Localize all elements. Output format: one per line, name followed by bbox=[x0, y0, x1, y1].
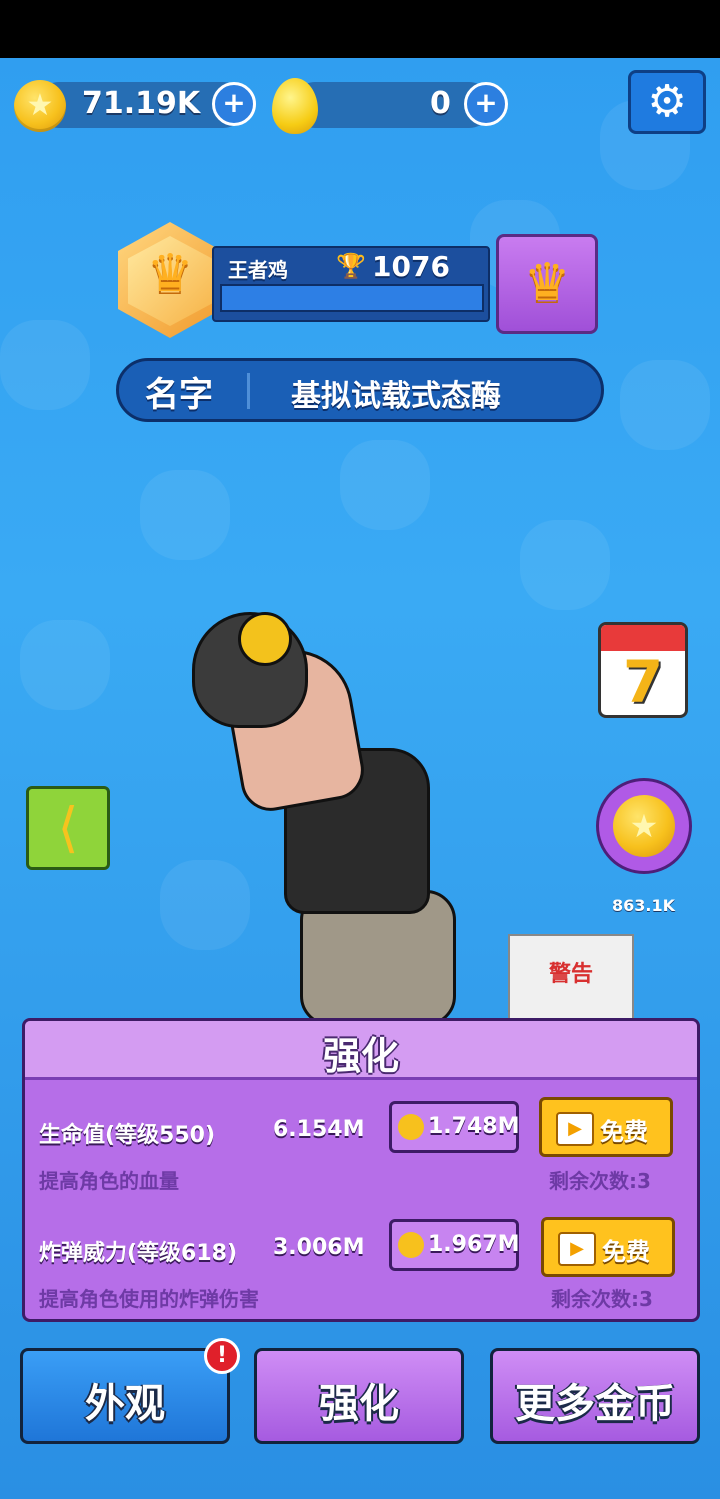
tab-upgrade-label: 强化 bbox=[319, 1381, 399, 1427]
calendar-day: 7 bbox=[622, 648, 664, 716]
gold-amount: 71.19K bbox=[82, 86, 201, 121]
tab-appearance-label: 外观 bbox=[85, 1381, 165, 1427]
tab-more-coins-label: 更多金币 bbox=[515, 1381, 675, 1427]
gear-icon: ⚙ bbox=[647, 76, 687, 127]
health-upgrade-desc: 提高角色的血量 bbox=[39, 1169, 179, 1193]
panel-title: 强化 bbox=[322, 1034, 399, 1078]
background-pattern-icon bbox=[160, 860, 250, 950]
gold-coin-icon bbox=[398, 1114, 424, 1140]
bomb-upgrade-cost: 1.967M bbox=[428, 1232, 520, 1257]
share-icon: ⟨ bbox=[57, 796, 79, 859]
health-upgrade-value: 6.154M bbox=[273, 1117, 365, 1142]
bomb-upgrade-cost-button[interactable]: 1.967M bbox=[389, 1219, 519, 1271]
add-egg-button[interactable]: + bbox=[464, 82, 508, 126]
name-divider bbox=[247, 373, 250, 409]
free-label: 免费 bbox=[600, 1118, 648, 1146]
character-beak bbox=[238, 612, 292, 666]
player-name: 基拟试载式态酶 bbox=[291, 379, 501, 414]
bomb-upgrade-value: 3.006M bbox=[273, 1235, 365, 1260]
tab-appearance[interactable]: 外观 bbox=[20, 1348, 230, 1444]
background-pattern-icon bbox=[520, 520, 610, 610]
health-upgrade-cost-button[interactable]: 1.748M bbox=[389, 1101, 519, 1153]
bomb-remaining-count: 剩余次数:3 bbox=[551, 1287, 653, 1311]
warning-paper-stack: 警告 bbox=[508, 934, 634, 1028]
background-pattern-icon bbox=[0, 320, 90, 410]
video-play-icon: ▶ bbox=[556, 1112, 594, 1146]
free-label: 免费 bbox=[602, 1238, 650, 1266]
name-label: 名字 bbox=[145, 375, 213, 415]
trophy-icon: 🏆 bbox=[336, 252, 366, 280]
egg-counter bbox=[292, 82, 492, 128]
bomb-free-upgrade-button[interactable]: ▶ 免费 bbox=[541, 1217, 675, 1277]
rank-progress-bar bbox=[220, 284, 484, 312]
rank-name: 王者鸡 bbox=[228, 258, 288, 282]
trophy-count: 1076 bbox=[372, 250, 450, 283]
crown-icon: ♛ bbox=[146, 244, 194, 304]
health-upgrade-cost: 1.748M bbox=[428, 1114, 520, 1139]
bomb-upgrade-desc: 提高角色使用的炸弹伤害 bbox=[39, 1287, 259, 1311]
crown-icon: ♛ bbox=[523, 253, 571, 313]
gold-coin-icon bbox=[398, 1232, 424, 1258]
health-remaining-count: 剩余次数:3 bbox=[549, 1169, 651, 1193]
add-gold-button[interactable]: + bbox=[212, 82, 256, 126]
health-free-upgrade-button[interactable]: ▶ 免费 bbox=[539, 1097, 673, 1157]
gold-coin-icon: ★ bbox=[14, 80, 66, 132]
rank-crown-button[interactable]: ♛ bbox=[496, 234, 598, 334]
player-name-bar[interactable]: 名字 基拟试载式态酶 bbox=[116, 358, 604, 422]
alert-badge-icon: ! bbox=[204, 1338, 240, 1374]
tab-more-coins[interactable]: 更多金币 bbox=[490, 1348, 700, 1444]
share-button[interactable]: ⟨ bbox=[26, 786, 110, 870]
background-pattern-icon bbox=[20, 620, 110, 710]
bomb-upgrade-title: 炸弹威力(等级618) bbox=[39, 1241, 238, 1266]
tab-upgrade[interactable]: 强化 bbox=[254, 1348, 464, 1444]
panel-header: 强化 bbox=[25, 1021, 697, 1080]
coin-reward-amount: 863.1K bbox=[612, 896, 676, 915]
status-bar bbox=[0, 0, 720, 58]
upgrade-panel: 强化 生命值(等级550) 6.154M 提高角色的血量 1.748M ▶ 免费… bbox=[22, 1018, 700, 1322]
gold-coin-icon: ★ bbox=[613, 795, 675, 857]
video-play-icon: ▶ bbox=[558, 1232, 596, 1266]
coin-reward-button[interactable]: ★ bbox=[596, 778, 692, 874]
egg-amount: 0 bbox=[430, 86, 451, 121]
settings-button[interactable]: ⚙ bbox=[628, 70, 706, 134]
background-pattern-icon bbox=[340, 440, 430, 530]
background-pattern-icon bbox=[620, 360, 710, 450]
health-upgrade-title: 生命值(等级550) bbox=[39, 1123, 216, 1148]
background-pattern-icon bbox=[140, 470, 230, 560]
daily-calendar-button[interactable]: 7 bbox=[598, 622, 688, 718]
golden-egg-icon bbox=[272, 78, 318, 134]
